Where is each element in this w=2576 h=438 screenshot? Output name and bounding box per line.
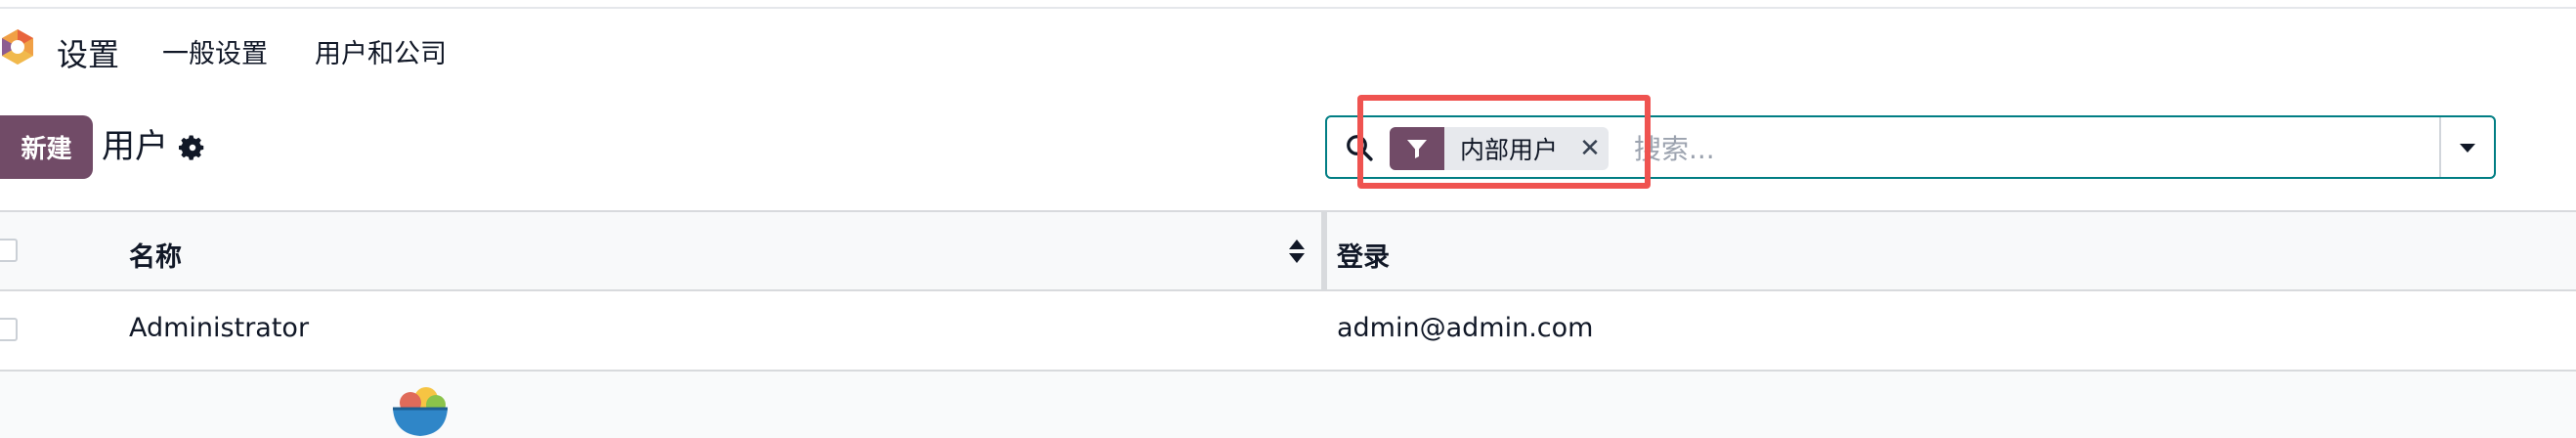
column-resize-handle[interactable]	[1321, 212, 1327, 289]
table-header: 名称 登录	[0, 210, 2576, 291]
top-border	[0, 0, 2576, 9]
empty-bowl-icon	[393, 387, 448, 436]
row-checkbox[interactable]	[0, 318, 18, 341]
search-input[interactable]	[1634, 127, 2396, 170]
cell-login: admin@admin.com	[1337, 313, 1594, 343]
menu-general-settings[interactable]: 一般设置	[162, 37, 268, 72]
app-name[interactable]: 设置	[57, 35, 119, 74]
sort-icon[interactable]	[1288, 238, 1306, 265]
search-options-toggle[interactable]	[2439, 117, 2494, 177]
empty-area	[0, 372, 2576, 438]
column-header-name[interactable]: 名称	[129, 236, 182, 274]
filter-icon	[1390, 127, 1444, 170]
close-icon[interactable]: ✕	[1571, 127, 1609, 170]
search-bar[interactable]: 内部用户 ✕	[1325, 115, 2496, 179]
table-row[interactable]: Administrator admin@admin.com	[0, 291, 2576, 372]
menu-users-companies[interactable]: 用户和公司	[315, 37, 447, 72]
column-header-login[interactable]: 登录	[1337, 236, 1390, 274]
facet-label: 内部用户	[1460, 136, 1559, 164]
gear-icon[interactable]	[178, 133, 207, 162]
cell-name: Administrator	[129, 313, 310, 343]
page-title: 用户	[102, 127, 168, 166]
app-logo-icon[interactable]	[0, 27, 35, 66]
new-button[interactable]: 新建	[0, 115, 93, 179]
select-all-checkbox[interactable]	[0, 239, 18, 262]
search-facet[interactable]: 内部用户 ✕	[1390, 127, 1610, 170]
search-icon	[1347, 135, 1373, 161]
caret-down-icon	[2460, 143, 2475, 153]
